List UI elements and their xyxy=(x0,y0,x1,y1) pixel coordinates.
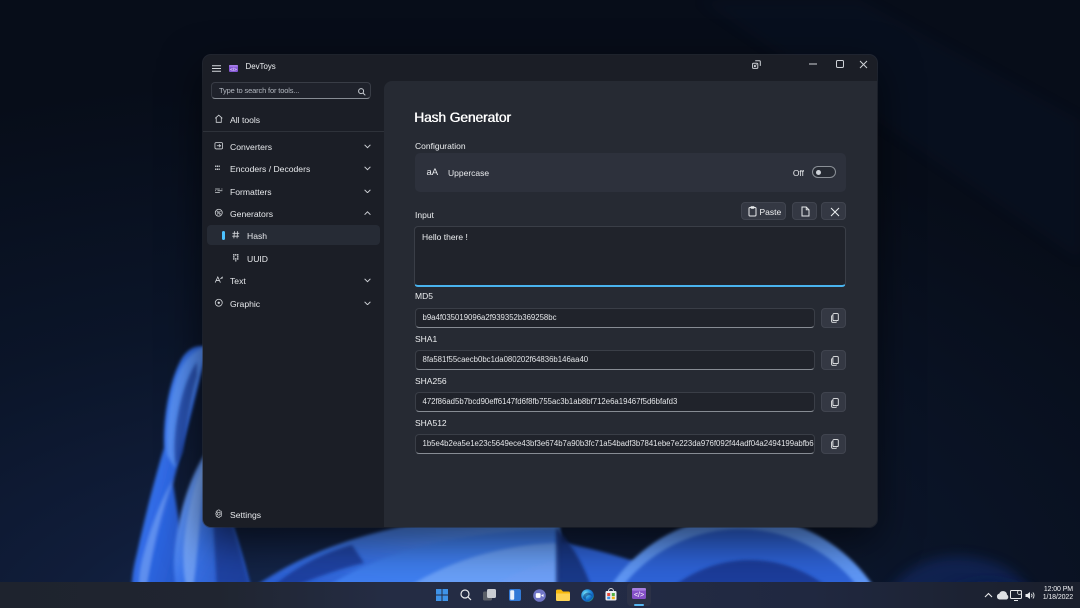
svg-text:</>: </> xyxy=(230,66,237,71)
svg-text:</>: </> xyxy=(634,592,644,599)
